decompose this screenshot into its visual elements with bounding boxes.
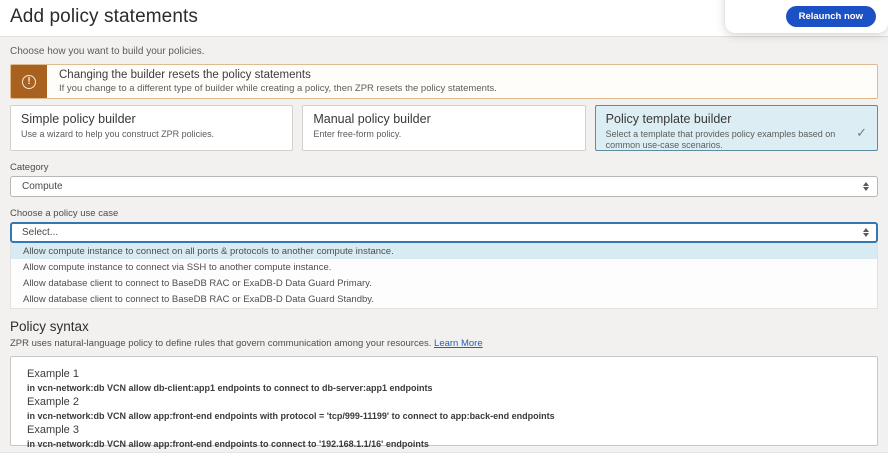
relaunch-toast: Relaunch now [725, 0, 888, 33]
warning-icon-block: ! [11, 65, 47, 98]
example-code: in vcn-network:db VCN allow app:front-en… [27, 439, 861, 449]
use-case-options-list: Allow compute instance to connect on all… [10, 243, 878, 309]
use-case-label: Choose a policy use case [10, 208, 878, 219]
use-case-selected-value: Select... [22, 227, 58, 238]
card-title: Simple policy builder [21, 112, 282, 126]
card-description: Select a template that provides policy e… [606, 129, 867, 152]
footer-strip [0, 452, 888, 468]
example-label: Example 3 [27, 424, 861, 436]
builder-panel: Choose how you want to build your polici… [0, 36, 888, 452]
use-case-select[interactable]: Select... [10, 222, 878, 243]
card-title: Manual policy builder [313, 112, 574, 126]
warning-title: Changing the builder resets the policy s… [59, 69, 497, 81]
policy-syntax-description-text: ZPR uses natural-language policy to defi… [10, 338, 431, 349]
card-manual-policy-builder[interactable]: Manual policy builder Enter free-form po… [302, 105, 585, 151]
select-spinner-icon [863, 182, 869, 191]
policy-syntax-title: Policy syntax [10, 319, 878, 334]
use-case-option[interactable]: Allow database client to connect to Base… [11, 292, 877, 308]
category-select[interactable]: Compute [10, 176, 878, 197]
use-case-option[interactable]: Allow compute instance to connect via SS… [11, 259, 877, 275]
category-selected-value: Compute [22, 181, 63, 192]
example-label: Example 2 [27, 396, 861, 408]
card-description: Enter free-form policy. [313, 129, 574, 140]
alert-circle-icon: ! [22, 75, 36, 89]
use-case-option[interactable]: Allow database client to connect to Base… [11, 275, 877, 291]
card-title: Policy template builder [606, 112, 867, 126]
builder-cards: Simple policy builder Use a wizard to he… [10, 105, 878, 151]
example-label: Example 1 [27, 368, 861, 380]
use-case-option[interactable]: Allow compute instance to connect on all… [11, 243, 877, 259]
select-spinner-icon [863, 228, 869, 237]
warning-text: If you change to a different type of bui… [59, 83, 497, 94]
panel-subtitle: Choose how you want to build your polici… [10, 46, 878, 57]
policy-syntax-description: ZPR uses natural-language policy to defi… [10, 338, 878, 349]
example-code: in vcn-network:db VCN allow db-client:ap… [27, 383, 861, 393]
card-description: Use a wizard to help you construct ZPR p… [21, 129, 282, 140]
example-code: in vcn-network:db VCN allow app:front-en… [27, 411, 861, 421]
warning-body: Changing the builder resets the policy s… [47, 65, 509, 98]
category-label: Category [10, 162, 878, 173]
warning-banner: ! Changing the builder resets the policy… [10, 64, 878, 99]
card-simple-policy-builder[interactable]: Simple policy builder Use a wizard to he… [10, 105, 293, 151]
relaunch-now-button[interactable]: Relaunch now [786, 6, 876, 27]
card-policy-template-builder[interactable]: Policy template builder Select a templat… [595, 105, 878, 151]
checkmark-icon: ✓ [856, 125, 867, 141]
learn-more-link[interactable]: Learn More [434, 338, 483, 349]
policy-examples-box: Example 1 in vcn-network:db VCN allow db… [10, 356, 878, 446]
